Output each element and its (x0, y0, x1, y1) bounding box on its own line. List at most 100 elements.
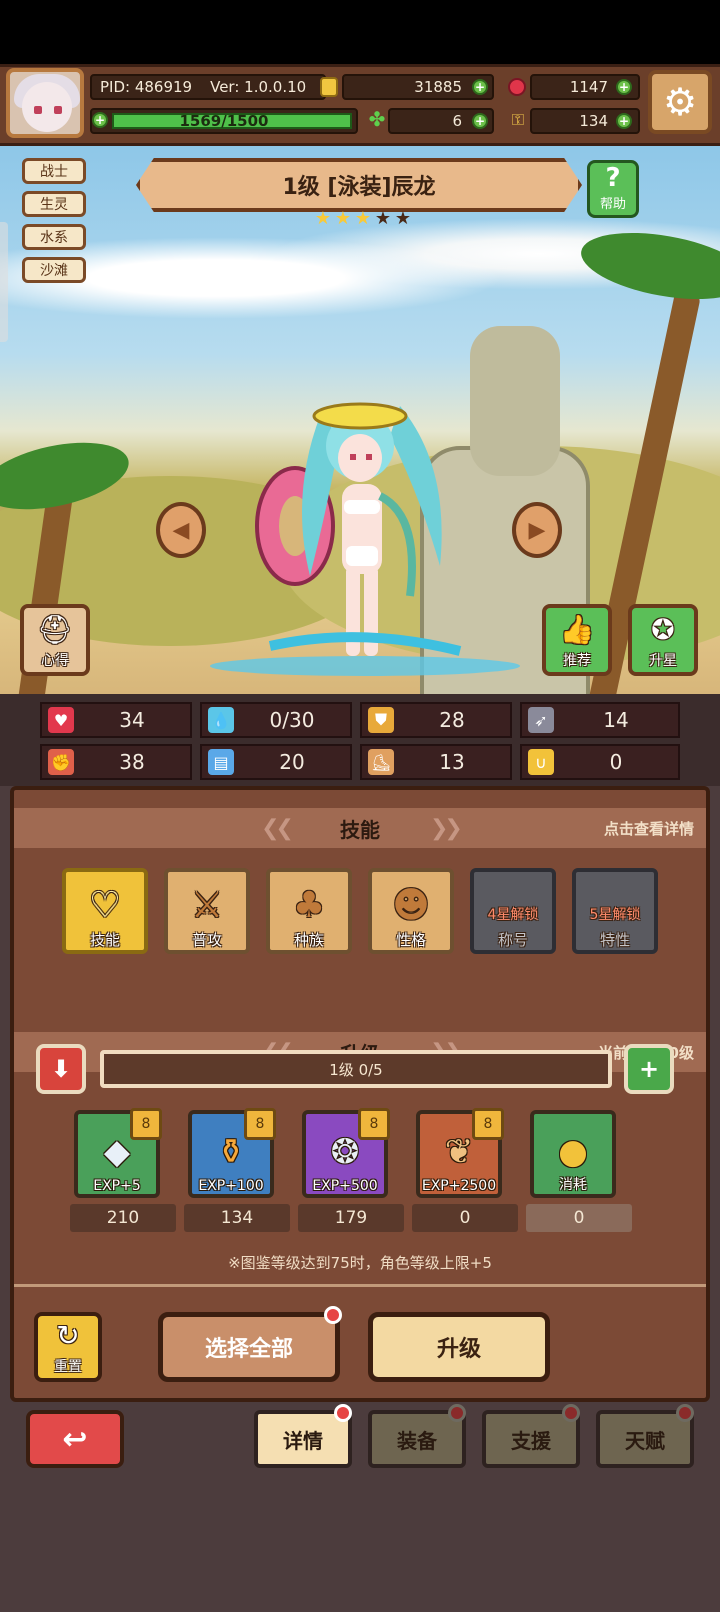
tab-label: 天赋 (625, 1428, 665, 1453)
item-label: EXP+5 (93, 1178, 141, 1194)
stat-value: 20 (279, 750, 305, 774)
question-icon: ? (605, 163, 621, 193)
notification-dot (562, 1404, 580, 1422)
stat-magic: ▤ 20 (200, 744, 352, 780)
help-button[interactable]: ? 帮助 (587, 160, 639, 218)
item-badge: 8 (130, 1108, 162, 1140)
star-up-label: 升星 (649, 653, 677, 669)
item-label: EXP+500 (312, 1178, 378, 1194)
back-button[interactable]: ↩ (26, 1410, 124, 1468)
gold-coin-icon (320, 77, 338, 97)
skill-slot-personality[interactable]: ☻ 性格 (368, 868, 454, 954)
skill-slot-skill[interactable]: ♡ 技能 (62, 868, 148, 954)
level-progress-bar: 1级 0/5 (100, 1050, 612, 1088)
helmet-icon: ⛑ (37, 613, 73, 646)
notification-dot (334, 1404, 352, 1422)
reset-label: 重置 (54, 1359, 82, 1375)
arrow-right-icon: ▶ (528, 517, 546, 543)
add-clover-plus-icon[interactable]: + (472, 113, 488, 129)
select-all-button[interactable]: 选择全部 (158, 1312, 340, 1382)
star-empty-icon: ★ (394, 208, 412, 229)
level-cap-note: ※图鉴等级达到75时，角色等级上限+5 (228, 1254, 492, 1272)
item-label: 消耗 (559, 1177, 587, 1193)
item-badge: 8 (472, 1108, 504, 1140)
lock-text: 5星解锁 (589, 907, 641, 923)
skill-label: 种族 (293, 931, 324, 949)
skill-slot-trait-locked[interactable]: 5星解锁 特性 (572, 868, 658, 954)
skill-slot-attack[interactable]: ⚔ 普攻 (164, 868, 250, 954)
gear-icon: ⚙ (662, 80, 698, 124)
tab-label: 装备 (397, 1428, 437, 1453)
star-up-button[interactable]: ✪ 升星 (628, 604, 698, 676)
wing-icon: ➶ (528, 707, 554, 733)
shield-icon: ⛊ (368, 707, 394, 733)
stat-mana: 💧 0/30 (200, 702, 352, 738)
coin-icon: ● (558, 1132, 588, 1172)
side-handle[interactable] (0, 222, 8, 342)
notification-dot (448, 1404, 466, 1422)
recommend-button[interactable]: 👍 推荐 (542, 604, 612, 676)
item-label: EXP+2500 (421, 1178, 497, 1194)
lock-text: 4星解锁 (487, 907, 539, 923)
roast-icon: ❦ (444, 1132, 474, 1172)
stat-agility: ⛸ 13 (360, 744, 512, 780)
item-label: EXP+100 (198, 1178, 264, 1194)
add-stamina-plus-icon[interactable]: + (92, 112, 108, 128)
exp-item-500[interactable]: ❂ 8 EXP+500 (302, 1108, 390, 1198)
download-icon: ⬇ (50, 1055, 72, 1083)
creature-icon: ♣ (292, 885, 326, 926)
heart-icon: ♥ (48, 707, 74, 733)
star-filled-icon: ★ (354, 208, 372, 229)
skill-slot-race[interactable]: ♣ 种族 (266, 868, 352, 954)
tab-label: 详情 (283, 1428, 323, 1453)
cost-item[interactable]: ● 消耗 (530, 1110, 616, 1198)
character-sprite (255, 402, 462, 656)
decrease-level-button[interactable]: ⬇ (36, 1044, 86, 1094)
prev-character-button[interactable]: ◀ (156, 502, 206, 558)
book-icon: ▤ (208, 749, 234, 775)
stat-value: 38 (119, 750, 145, 774)
clover-icon: ✤ (368, 107, 386, 131)
settings-button[interactable]: ⚙ (648, 70, 712, 134)
add-gem-plus-icon[interactable]: + (616, 79, 632, 95)
mask-icon: ☻ (392, 885, 430, 926)
recommend-label: 推荐 (563, 653, 591, 669)
player-avatar[interactable] (6, 68, 84, 138)
fist-icon: ✊ (48, 749, 74, 775)
exp-item-100[interactable]: ⚱ 8 EXP+100 (188, 1108, 276, 1198)
level-progress-text: 1级 0/5 (329, 1060, 383, 1079)
skill-slot-title-locked[interactable]: 4星解锁 称号 (470, 868, 556, 954)
notification-dot (324, 1306, 342, 1324)
arrow-left-icon: ◀ (172, 517, 190, 543)
skills-hint[interactable]: 点击查看详情 (604, 818, 694, 839)
add-gold-plus-icon[interactable]: + (472, 79, 488, 95)
tag-beach: 沙滩 (22, 257, 86, 283)
stamina-value: 1569/1500 (179, 112, 269, 130)
increase-level-button[interactable]: + (624, 1044, 674, 1094)
add-key-plus-icon[interactable]: + (616, 113, 632, 129)
notes-button[interactable]: ⛑ 心得 (20, 604, 90, 676)
key-icon: ⚿ (511, 110, 525, 129)
cost-count: 0 (526, 1204, 632, 1232)
game-screen: { "header": { "pid": "PID: 486919", "ver… (0, 0, 720, 1612)
status-bar (0, 0, 720, 64)
chevron-left-icon: ❮❮ (261, 815, 294, 841)
stat-value: 28 (439, 708, 465, 732)
star-empty-icon: ★ (374, 208, 392, 229)
star-filled-icon: ★ (334, 208, 352, 229)
stamina-bar: 1569/1500 (90, 108, 358, 134)
exp-item-2500[interactable]: ❦ 8 EXP+2500 (416, 1108, 504, 1198)
character-title: 1级 [泳装]辰龙 (136, 158, 582, 212)
notification-dot (676, 1404, 694, 1422)
exp-item-5[interactable]: ◆ 8 EXP+5 (74, 1108, 162, 1198)
item-badge: 8 (358, 1108, 390, 1140)
fish-icon: ❂ (330, 1132, 360, 1172)
upgrade-button[interactable]: 升级 (368, 1312, 550, 1382)
reset-button[interactable]: ↻ 重置 (34, 1312, 102, 1382)
star-filled-icon: ★ (314, 208, 332, 229)
stat-hp: ♥ 34 (40, 702, 192, 738)
version-text: Ver: 1.0.0.10 (210, 78, 307, 96)
stat-value: 34 (119, 708, 145, 732)
gem-value: 1147 (569, 78, 608, 96)
next-character-button[interactable]: ▶ (512, 502, 562, 558)
